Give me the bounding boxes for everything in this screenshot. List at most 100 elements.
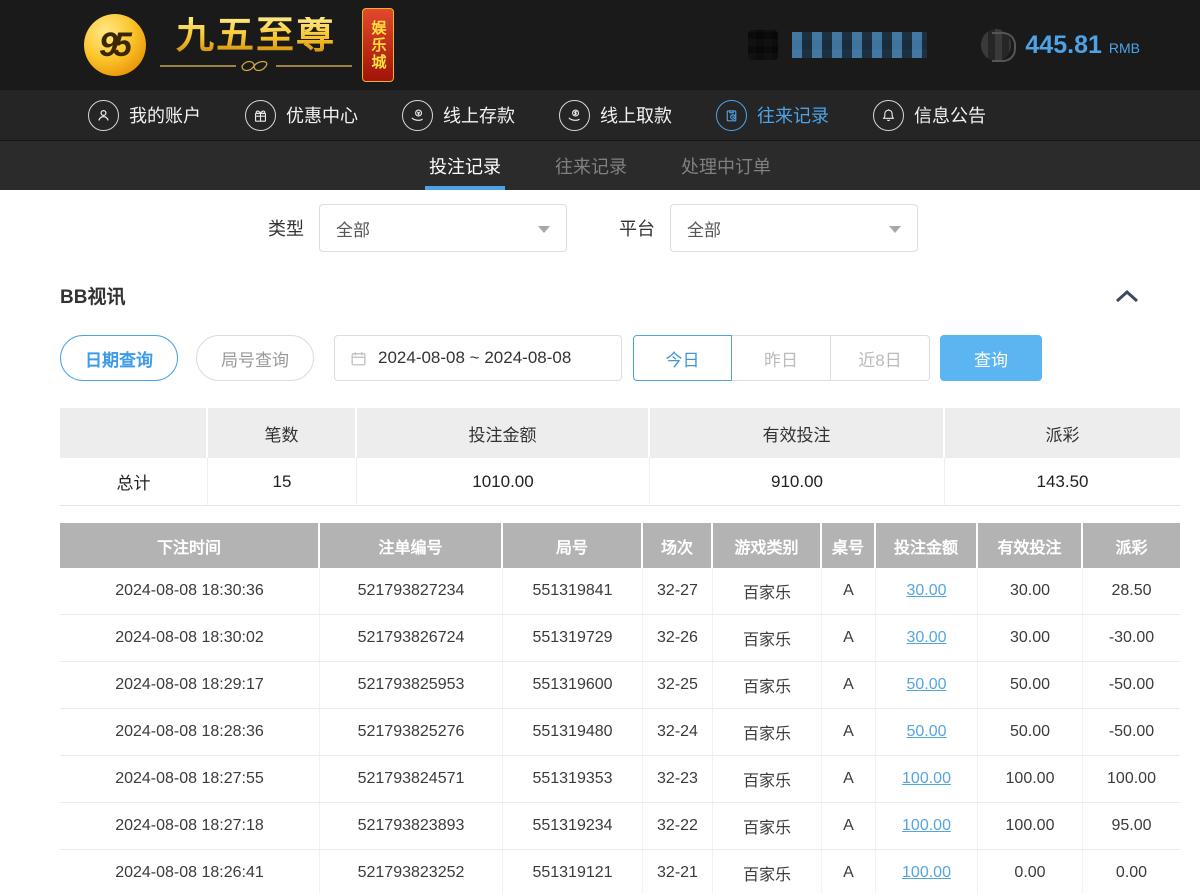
cell-bet: 30.00 [876, 568, 978, 615]
coin-balance-icon[interactable] [981, 29, 1011, 61]
table-row: 2024-08-08 18:30:36521793827234551319841… [60, 568, 1180, 615]
last-8-days-button[interactable]: 近8日 [831, 335, 930, 381]
search-button[interactable]: 查询 [940, 335, 1042, 381]
cell-order-no: 521793826724 [320, 615, 503, 662]
col-valid-bet: 有效投注 [978, 523, 1083, 568]
user-icon [88, 100, 119, 131]
date-range-input[interactable]: 2024-08-08 ~ 2024-08-08 [334, 335, 622, 381]
cell-valid: 100.00 [978, 756, 1083, 803]
chevron-up-icon [1114, 288, 1140, 304]
bet-amount-link[interactable]: 50.00 [906, 723, 946, 740]
tab-transaction-records[interactable]: 往来记录 [551, 141, 631, 190]
bet-amount-link[interactable]: 30.00 [906, 629, 946, 646]
table-row: 2024-08-08 18:27:18521793823893551319234… [60, 803, 1180, 850]
cell-round-no: 551319729 [503, 615, 643, 662]
nav-item-deposit[interactable]: 线上存款 [402, 100, 515, 131]
cell-payout: 28.50 [1083, 568, 1180, 615]
logo-flourish-icon [158, 59, 354, 73]
cell-table: A [822, 662, 876, 709]
cell-session: 32-26 [643, 615, 713, 662]
bet-amount-link[interactable]: 100.00 [902, 770, 951, 787]
nav-item-announcements[interactable]: 信息公告 [873, 100, 986, 131]
table-row: 2024-08-08 18:27:55521793824571551319353… [60, 756, 1180, 803]
col-game-type: 游戏类别 [713, 523, 822, 568]
cell-game: 百家乐 [713, 662, 822, 709]
platform-select-value: 全部 [687, 216, 721, 241]
nav-label: 优惠中心 [286, 102, 358, 128]
cell-valid: 0.00 [978, 850, 1083, 893]
nav-item-transactions[interactable]: 往来记录 [716, 100, 829, 131]
cell-time: 2024-08-08 18:28:36 [60, 709, 320, 756]
cell-time: 2024-08-08 18:26:41 [60, 850, 320, 893]
sub-nav: 投注记录 往来记录 处理中订单 [0, 141, 1200, 190]
nav-label: 线上存款 [443, 102, 515, 128]
col-order-no: 注单编号 [320, 523, 503, 568]
table-header-row: 下注时间 注单编号 局号 场次 游戏类别 桌号 投注金额 有效投注 派彩 [60, 523, 1180, 568]
yesterday-button[interactable]: 昨日 [732, 335, 831, 381]
cell-round-no: 551319480 [503, 709, 643, 756]
round-query-button[interactable]: 局号查询 [196, 335, 314, 381]
nav-label: 线上取款 [600, 102, 672, 128]
collapse-section-button[interactable] [1114, 288, 1140, 304]
platform-filter-group: 平台 全部 [619, 204, 918, 252]
site-logo[interactable]: 95 九五至尊 娱乐城 [84, 8, 394, 82]
nav-item-promotions[interactable]: 优惠中心 [245, 100, 358, 131]
col-round-no: 局号 [503, 523, 643, 568]
tab-pending-orders[interactable]: 处理中订单 [677, 141, 775, 190]
nav-item-withdraw[interactable]: 线上取款 [559, 100, 672, 131]
summary-header-row: 笔数 投注金额 有效投注 派彩 [60, 408, 1180, 458]
bet-amount-link[interactable]: 100.00 [902, 864, 951, 881]
balance-amount: 445.81 [1025, 31, 1101, 60]
logo-badge: 娱乐城 [362, 8, 394, 82]
cell-bet: 100.00 [876, 850, 978, 893]
cell-valid: 30.00 [978, 615, 1083, 662]
cell-time: 2024-08-08 18:29:17 [60, 662, 320, 709]
summary-header-payout: 派彩 [945, 408, 1180, 458]
cell-bet: 50.00 [876, 662, 978, 709]
bell-icon [873, 100, 904, 131]
summary-table: 笔数 投注金额 有效投注 派彩 总计 15 1010.00 910.00 143… [60, 408, 1180, 506]
bet-amount-link[interactable]: 100.00 [902, 817, 951, 834]
platform-select[interactable]: 全部 [670, 204, 918, 252]
cell-round-no: 551319600 [503, 662, 643, 709]
date-range-value: 2024-08-08 ~ 2024-08-08 [378, 348, 571, 368]
cell-valid: 30.00 [978, 568, 1083, 615]
filter-row: 类型 全部 平台 全部 [268, 204, 1200, 252]
today-button[interactable]: 今日 [633, 335, 732, 381]
calendar-icon [349, 349, 368, 368]
cell-game: 百家乐 [713, 756, 822, 803]
cell-time: 2024-08-08 18:30:02 [60, 615, 320, 662]
col-bet-time: 下注时间 [60, 523, 320, 568]
table-row: 2024-08-08 18:28:36521793825276551319480… [60, 709, 1180, 756]
cell-valid: 50.00 [978, 662, 1083, 709]
cell-table: A [822, 615, 876, 662]
summary-header-bet-amount: 投注金额 [357, 408, 650, 458]
user-avatar [748, 30, 778, 60]
cell-session: 32-22 [643, 803, 713, 850]
summary-total-count: 15 [208, 458, 357, 506]
bet-amount-link[interactable]: 50.00 [906, 676, 946, 693]
nav-item-my-account[interactable]: 我的账户 [88, 100, 201, 131]
cell-time: 2024-08-08 18:27:55 [60, 756, 320, 803]
cell-order-no: 521793823893 [320, 803, 503, 850]
cell-session: 32-24 [643, 709, 713, 756]
user-area: 445.81 RMB [748, 0, 1140, 90]
date-query-button[interactable]: 日期查询 [60, 335, 178, 381]
cell-bet: 30.00 [876, 615, 978, 662]
platform-filter-label: 平台 [619, 215, 655, 241]
cell-round-no: 551319234 [503, 803, 643, 850]
bet-amount-link[interactable]: 30.00 [906, 582, 946, 599]
col-table-no: 桌号 [822, 523, 876, 568]
summary-total-row: 总计 15 1010.00 910.00 143.50 [60, 458, 1180, 506]
type-filter-label: 类型 [268, 215, 304, 241]
type-select[interactable]: 全部 [319, 204, 567, 252]
cell-game: 百家乐 [713, 568, 822, 615]
cell-time: 2024-08-08 18:30:36 [60, 568, 320, 615]
logo-text-block: 九五至尊 [158, 17, 354, 73]
tab-bet-records[interactable]: 投注记录 [425, 141, 505, 190]
cell-bet: 50.00 [876, 709, 978, 756]
gift-icon [245, 100, 276, 131]
nav-label: 往来记录 [757, 102, 829, 128]
logo-title: 九五至尊 [176, 17, 336, 57]
table-row: 2024-08-08 18:29:17521793825953551319600… [60, 662, 1180, 709]
